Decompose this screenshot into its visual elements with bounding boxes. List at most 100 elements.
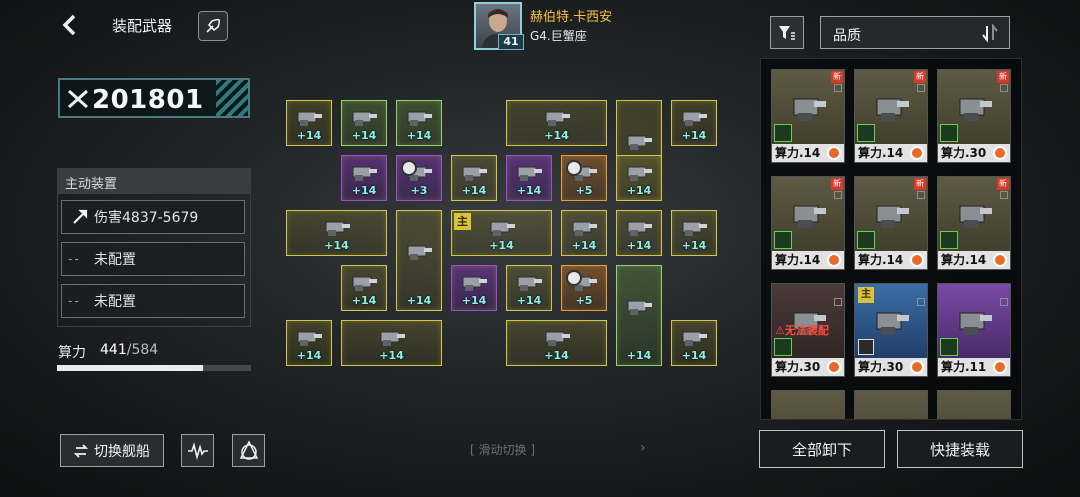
weapon-cell[interactable]: +14 (561, 210, 607, 256)
type-badge-icon (940, 338, 958, 356)
switch-ship-button[interactable]: 切换舰船 (60, 434, 164, 467)
type-badge-icon (857, 124, 875, 142)
weapon-cell[interactable]: +14 (616, 210, 662, 256)
weapon-cell[interactable]: +14 (616, 265, 662, 366)
inventory-card[interactable]: ⚠无法装配 算力.30 (771, 283, 845, 377)
active-slot-1[interactable]: 伤害4837-5679 (61, 200, 245, 234)
empty-slot-dash: -- (68, 252, 81, 266)
weapon-icon (786, 194, 830, 238)
weapon-cell[interactable]: +14 (341, 100, 387, 146)
weapon-level: +14 (351, 129, 377, 142)
weapon-cell[interactable]: +14 (506, 265, 552, 311)
gear-icon (910, 360, 924, 374)
switch-ship-label: 切换舰船 (94, 443, 150, 460)
type-badge-icon (774, 231, 792, 249)
rocket-button[interactable] (198, 11, 228, 41)
empty-slot-dash: -- (68, 294, 81, 308)
active-slot-label: 未配置 (94, 294, 136, 310)
inventory-card-partial[interactable] (937, 390, 1011, 419)
compute-progress-bar (57, 365, 251, 371)
weapon-cell[interactable]: +14 (286, 320, 332, 366)
unload-all-button[interactable]: 全部卸下 (759, 430, 885, 468)
weapon-level: +14 (626, 184, 652, 197)
weapon-cell[interactable]: +14 (451, 265, 497, 311)
main-weapon-tag: 主 (454, 213, 471, 230)
inventory-card[interactable]: 新算力.14 (854, 69, 928, 163)
type-badge-icon (857, 231, 875, 249)
chevron-right-icon[interactable]: › (640, 440, 646, 456)
sort-select[interactable]: 品质 (820, 16, 1010, 49)
gear-icon (827, 146, 841, 160)
gear-icon (827, 360, 841, 374)
weapon-icon (869, 87, 913, 131)
weapon-cell[interactable]: +14 (671, 100, 717, 146)
weapon-cell[interactable]: +14 (616, 155, 662, 201)
shield-icon (858, 339, 874, 355)
inventory-card[interactable]: 新算力.14 (937, 176, 1011, 270)
weapon-level: +14 (461, 294, 487, 307)
active-slot-label: 未配置 (94, 252, 136, 268)
weapon-level: +14 (626, 239, 652, 252)
weapon-cell[interactable]: +14 (506, 100, 607, 146)
weapon-icon (404, 238, 434, 268)
emblem-button[interactable] (232, 434, 265, 467)
weapon-level: +14 (544, 349, 569, 362)
weapon-cell[interactable]: +14 (506, 320, 607, 366)
inventory-card-partial[interactable] (854, 390, 928, 419)
weapon-cell[interactable]: +14 (286, 100, 332, 146)
new-badge: 新 (914, 71, 926, 83)
gear-icon (993, 146, 1007, 160)
weapon-cell[interactable]: +14 (286, 210, 387, 256)
weapon-cell[interactable]: +14 (671, 210, 717, 256)
weapon-cell[interactable]: +14 (396, 210, 442, 311)
filter-button[interactable] (770, 16, 804, 49)
compute-label: 算力 (58, 345, 86, 361)
gear-icon (827, 253, 841, 267)
inventory-card[interactable]: 算力.11 (937, 283, 1011, 377)
weapon-icon (952, 87, 996, 131)
compute-current: 441 (100, 342, 127, 358)
weapon-cell[interactable]: +14 (341, 265, 387, 311)
active-slot-2[interactable]: -- 未配置 (61, 242, 245, 276)
sort-order-icon[interactable] (981, 23, 999, 46)
gear-icon (566, 270, 582, 286)
weapon-level: +14 (626, 349, 652, 362)
power-stripe-decoration (216, 80, 248, 116)
waveform-button[interactable] (181, 434, 214, 467)
gear-icon (401, 160, 417, 176)
active-slot-3[interactable]: -- 未配置 (61, 284, 245, 318)
weapon-level: +5 (575, 184, 593, 197)
weapon-cell[interactable]: +14 (341, 155, 387, 201)
select-box-icon (834, 84, 842, 92)
new-badge: 新 (997, 71, 1009, 83)
page-title: 装配武器 (112, 17, 173, 35)
weapon-cell[interactable]: +14 (341, 320, 442, 366)
inventory-card[interactable]: 新算力.14 (854, 176, 928, 270)
weapon-cell[interactable]: +3 (396, 155, 442, 201)
weapon-level: +14 (406, 294, 432, 307)
combat-power-value: 201801 (66, 85, 204, 115)
weapon-cell[interactable]: +14 (506, 155, 552, 201)
inventory-card[interactable]: 新算力.30 (937, 69, 1011, 163)
inventory-card[interactable]: 主算力.30 (854, 283, 928, 377)
weapon-icon (786, 87, 830, 131)
inventory-card[interactable]: 新算力.14 (771, 69, 845, 163)
weapon-cell[interactable]: +14 (671, 320, 717, 366)
weapon-level: +3 (410, 184, 428, 197)
back-button[interactable] (58, 12, 84, 38)
inventory-card-partial[interactable] (771, 390, 845, 419)
quick-equip-button[interactable]: 快捷装载 (897, 430, 1023, 468)
weapon-cell[interactable]: +14 (451, 155, 497, 201)
weapon-cell[interactable]: +5 (561, 155, 607, 201)
compute-max: /584 (126, 342, 159, 358)
weapon-cell[interactable]: +5 (561, 265, 607, 311)
select-box-icon (917, 298, 925, 306)
new-badge: 新 (831, 178, 843, 190)
type-badge-icon (940, 124, 958, 142)
weapon-level: +14 (544, 129, 569, 142)
weapon-level: +14 (351, 184, 377, 197)
weapon-icon (869, 194, 913, 238)
weapon-cell[interactable]: +14 (396, 100, 442, 146)
select-box-icon (834, 298, 842, 306)
inventory-card[interactable]: 新算力.14 (771, 176, 845, 270)
